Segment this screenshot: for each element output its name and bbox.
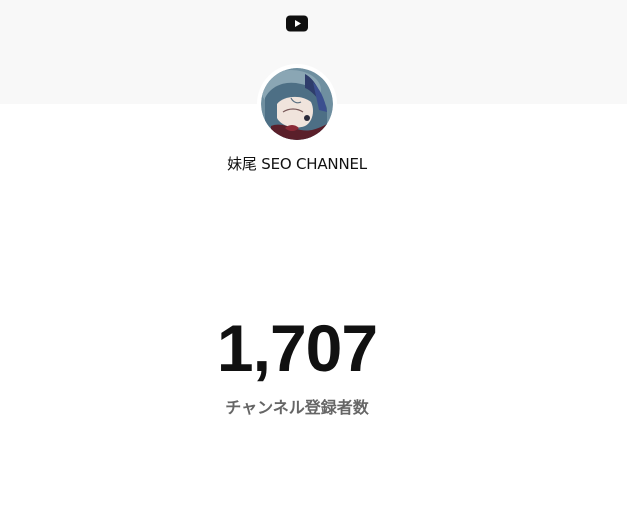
channel-avatar-illustration (261, 68, 333, 140)
channel-avatar[interactable] (257, 64, 337, 144)
subscriber-counter-page: 妹尾 SEO CHANNEL 1,707 チャンネル登録者数 (0, 0, 627, 508)
youtube-play-icon[interactable] (286, 15, 308, 32)
subscriber-count-label: チャンネル登録者数 (225, 398, 369, 417)
channel-name[interactable]: 妹尾 SEO CHANNEL (0, 153, 594, 174)
subscriber-count: 1,707 (216, 311, 378, 385)
